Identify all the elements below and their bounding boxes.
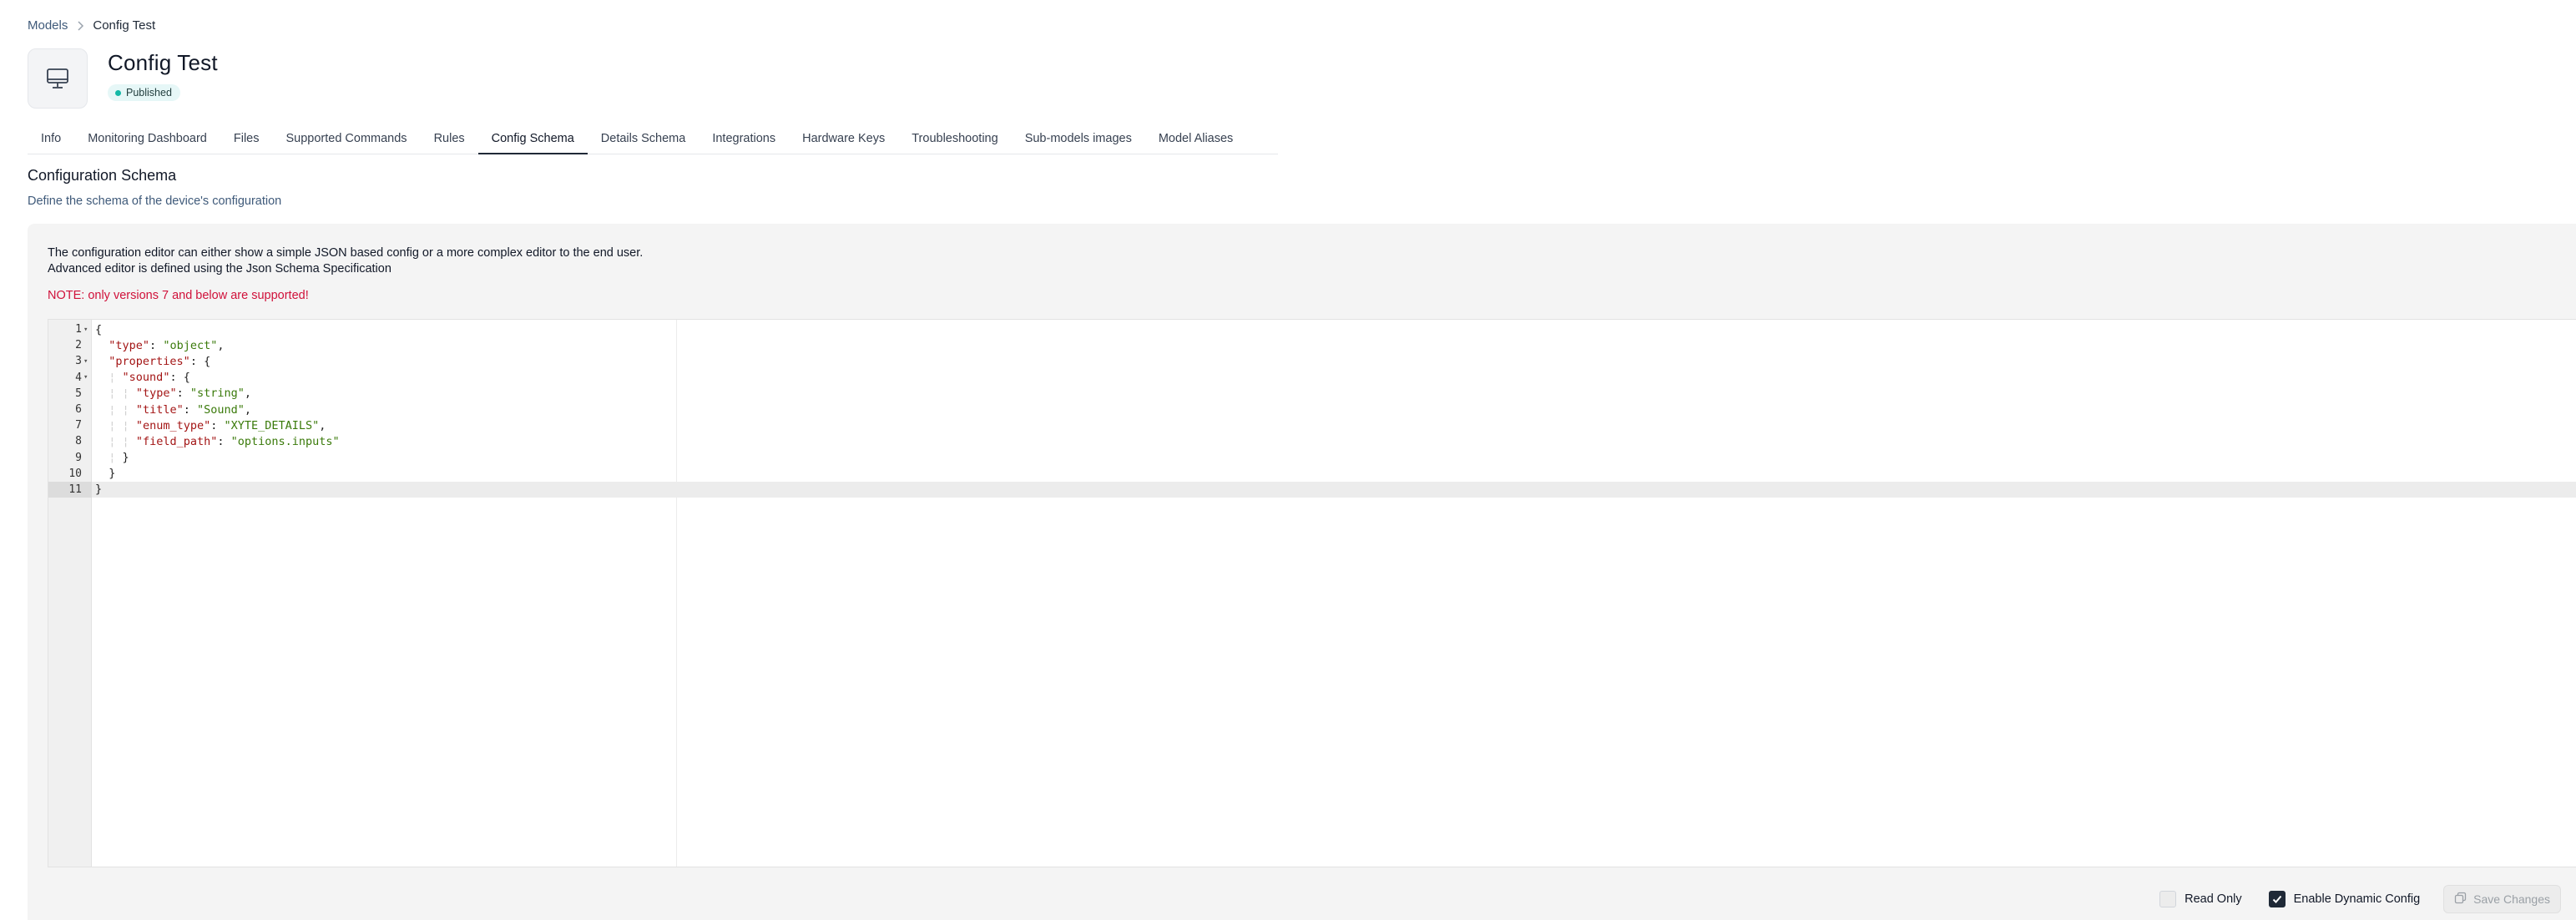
panel-line-2: Advanced editor is defined using the Jso… [48,262,391,275]
code-line: 3 ▾ "properties": { [48,353,2576,369]
json-key: "sound" [122,371,170,385]
page-title: Config Test [108,50,218,75]
copy-icon [2454,892,2467,907]
tab-info[interactable]: Info [28,127,74,154]
config-panel: The configuration editor can either show… [28,224,2576,920]
dynamic-config-toggle[interactable]: Enable Dynamic Config [2268,891,2421,907]
read-only-toggle[interactable]: Read Only [2159,891,2242,907]
tab-bar: Info Monitoring Dashboard Files Supporte… [28,127,1278,154]
breadcrumb: Models Config Test [28,18,155,33]
dynamic-config-checkbox[interactable] [2268,891,2286,907]
tab-model-aliases[interactable]: Model Aliases [1145,127,1246,154]
tab-hardware-keys[interactable]: Hardware Keys [789,127,898,154]
json-code-editor[interactable]: 1 ▾ { 2 "type": "object", 3 ▾ "propertie… [48,319,2576,867]
code-line: 9 ¦ } [48,450,2576,466]
line-number: 5 [75,387,82,400]
breadcrumb-current: Config Test [93,18,156,33]
tab-files[interactable]: Files [220,127,273,154]
panel-description: The configuration editor can either show… [48,245,643,277]
code-line: 6 ¦ ¦ "title": "Sound", [48,402,2576,417]
status-badge: Published [108,84,180,101]
status-dot-icon [115,89,121,96]
code-line-active: 11 } [48,481,2576,498]
line-number: 9 [75,451,82,464]
json-key: "title" [135,402,184,417]
chevron-right-icon [76,20,84,31]
fold-toggle-icon[interactable]: ▾ [83,326,88,334]
page: Models Config Test Config Test Published… [0,0,2576,920]
json-value: "Sound" [197,402,245,417]
json-value: "XYTE_DETAILS" [224,418,320,432]
dynamic-config-label: Enable Dynamic Config [2293,892,2421,906]
section-description: Define the schema of the device's config… [28,195,282,208]
tab-supported-commands[interactable]: Supported Commands [272,127,420,154]
tab-troubleshooting[interactable]: Troubleshooting [898,127,1011,154]
fold-toggle-icon[interactable]: ▾ [83,373,88,382]
tab-sub-models-images[interactable]: Sub-models images [1012,127,1145,154]
json-key: "type" [109,338,150,352]
version-note: NOTE: only versions 7 and below are supp… [48,289,309,302]
status-label: Published [126,87,172,99]
tab-rules[interactable]: Rules [421,127,478,154]
tab-config-schema[interactable]: Config Schema [477,127,588,154]
panel-line-1: The configuration editor can either show… [48,246,644,260]
save-changes-label: Save Changes [2473,892,2550,906]
code-line: 7 ¦ ¦ "enum_type": "XYTE_DETAILS", [48,417,2576,433]
json-key: "enum_type" [135,418,211,432]
fold-toggle-icon[interactable]: ▾ [83,357,88,366]
line-number: 8 [75,435,82,448]
checkmark-icon [2272,895,2281,903]
line-number: 6 [75,403,82,417]
model-header: Config Test Published [28,48,218,109]
code-line: 8 ¦ ¦ "field_path": "options.inputs" [48,433,2576,449]
editor-lines: 1 ▾ { 2 "type": "object", 3 ▾ "propertie… [48,321,2576,498]
json-value: "string" [189,387,245,401]
code-line: 4 ▾ ¦ "sound": { [48,370,2576,386]
code-line: 2 "type": "object", [48,337,2576,353]
editor-footer: Read Only Enable Dynamic Config Save Cha… [2144,878,2576,920]
monitor-icon [28,48,88,109]
line-number: 7 [75,419,82,432]
json-value: "options.inputs" [230,434,340,448]
line-number: 10 [68,467,82,480]
code-line: 5 ¦ ¦ "type": "string", [48,386,2576,402]
json-key: "properties" [109,354,190,368]
json-key: "type" [135,387,177,401]
line-number: 2 [75,339,82,352]
line-number: 11 [48,481,92,498]
breadcrumb-models-link[interactable]: Models [28,18,68,33]
code-line: 1 ▾ { [48,321,2576,337]
json-key: "field_path" [135,434,218,448]
section-title: Configuration Schema [28,167,177,184]
read-only-checkbox[interactable] [2159,891,2177,907]
json-value: "object" [163,338,218,352]
save-changes-button[interactable]: Save Changes [2443,885,2561,913]
tab-monitoring-dashboard[interactable]: Monitoring Dashboard [74,127,220,154]
tab-details-schema[interactable]: Details Schema [588,127,700,154]
code-line: 10 } [48,466,2576,482]
read-only-label: Read Only [2185,892,2242,906]
tab-integrations[interactable]: Integrations [699,127,789,154]
